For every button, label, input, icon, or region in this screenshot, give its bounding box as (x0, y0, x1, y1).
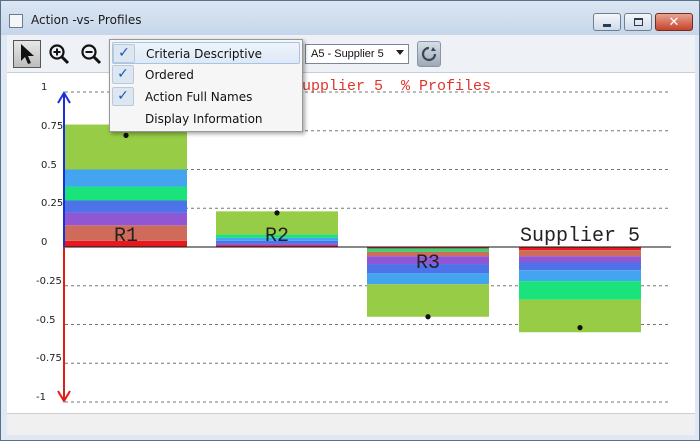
minimize-button[interactable] (593, 13, 621, 31)
refresh-icon (421, 46, 437, 62)
category-label: R1 (114, 225, 138, 248)
app-icon (9, 14, 23, 28)
net-value-point (425, 314, 431, 320)
menu-item-ordered[interactable]: ✓ Ordered (112, 64, 300, 86)
zoom-out-button[interactable] (77, 40, 105, 68)
net-value-point (123, 132, 129, 138)
category-label: R2 (265, 225, 289, 248)
close-icon: ✕ (668, 14, 680, 30)
bar-segment (367, 284, 489, 317)
menu-item-action-full-names[interactable]: ✓ Action Full Names (112, 86, 300, 108)
menu-item-label: Display Information (145, 112, 263, 126)
bar-segment (65, 186, 187, 201)
app-window: Action -vs- Profiles ✕ A5 - Supplier 5 S… (0, 0, 700, 441)
maximize-icon (633, 18, 643, 26)
checkmark-icon: ✓ (113, 44, 135, 63)
menu-item-display-information[interactable]: Display Information (112, 108, 300, 130)
minimize-icon (603, 23, 611, 27)
action-select[interactable]: A5 - Supplier 5 (305, 44, 409, 64)
bar-segment (65, 169, 187, 187)
window-title: Action -vs- Profiles (31, 13, 142, 27)
title-bar[interactable]: Action -vs- Profiles ✕ (1, 1, 699, 35)
close-button[interactable]: ✕ (655, 13, 693, 31)
category-label: Supplier 5 (520, 225, 640, 248)
bar-segment (65, 200, 187, 213)
zoom-out-icon (81, 44, 102, 65)
pointer-icon (21, 44, 34, 64)
status-bar (7, 413, 695, 435)
menu-item-label: Ordered (145, 68, 194, 82)
zoom-in-button[interactable] (45, 40, 73, 68)
bar-segment (65, 212, 187, 226)
options-menu: ✓ Criteria Descriptive ✓ Ordered ✓ Action Ful… (109, 39, 303, 132)
menu-item-label: Criteria Descriptive (146, 47, 263, 61)
checkmark-icon: ✓ (112, 65, 134, 84)
bar-segment (519, 281, 641, 300)
bar-segment (519, 262, 641, 271)
category-label: R3 (416, 252, 440, 275)
chevron-down-icon (396, 50, 404, 55)
maximize-button[interactable] (624, 13, 652, 31)
net-value-point (274, 210, 280, 216)
menu-item-label: Action Full Names (145, 90, 253, 104)
refresh-button[interactable] (417, 41, 441, 67)
net-value-point (577, 325, 583, 331)
menu-item-criteria-descriptive[interactable]: ✓ Criteria Descriptive (112, 42, 300, 64)
bar-segment (519, 256, 641, 263)
bar-segment (519, 250, 641, 257)
checkmark-icon: ✓ (112, 87, 134, 106)
bar-segment (519, 270, 641, 282)
action-select-value: A5 - Supplier 5 (311, 48, 384, 60)
zoom-in-icon (49, 44, 70, 65)
pointer-tool-button[interactable] (13, 40, 41, 68)
